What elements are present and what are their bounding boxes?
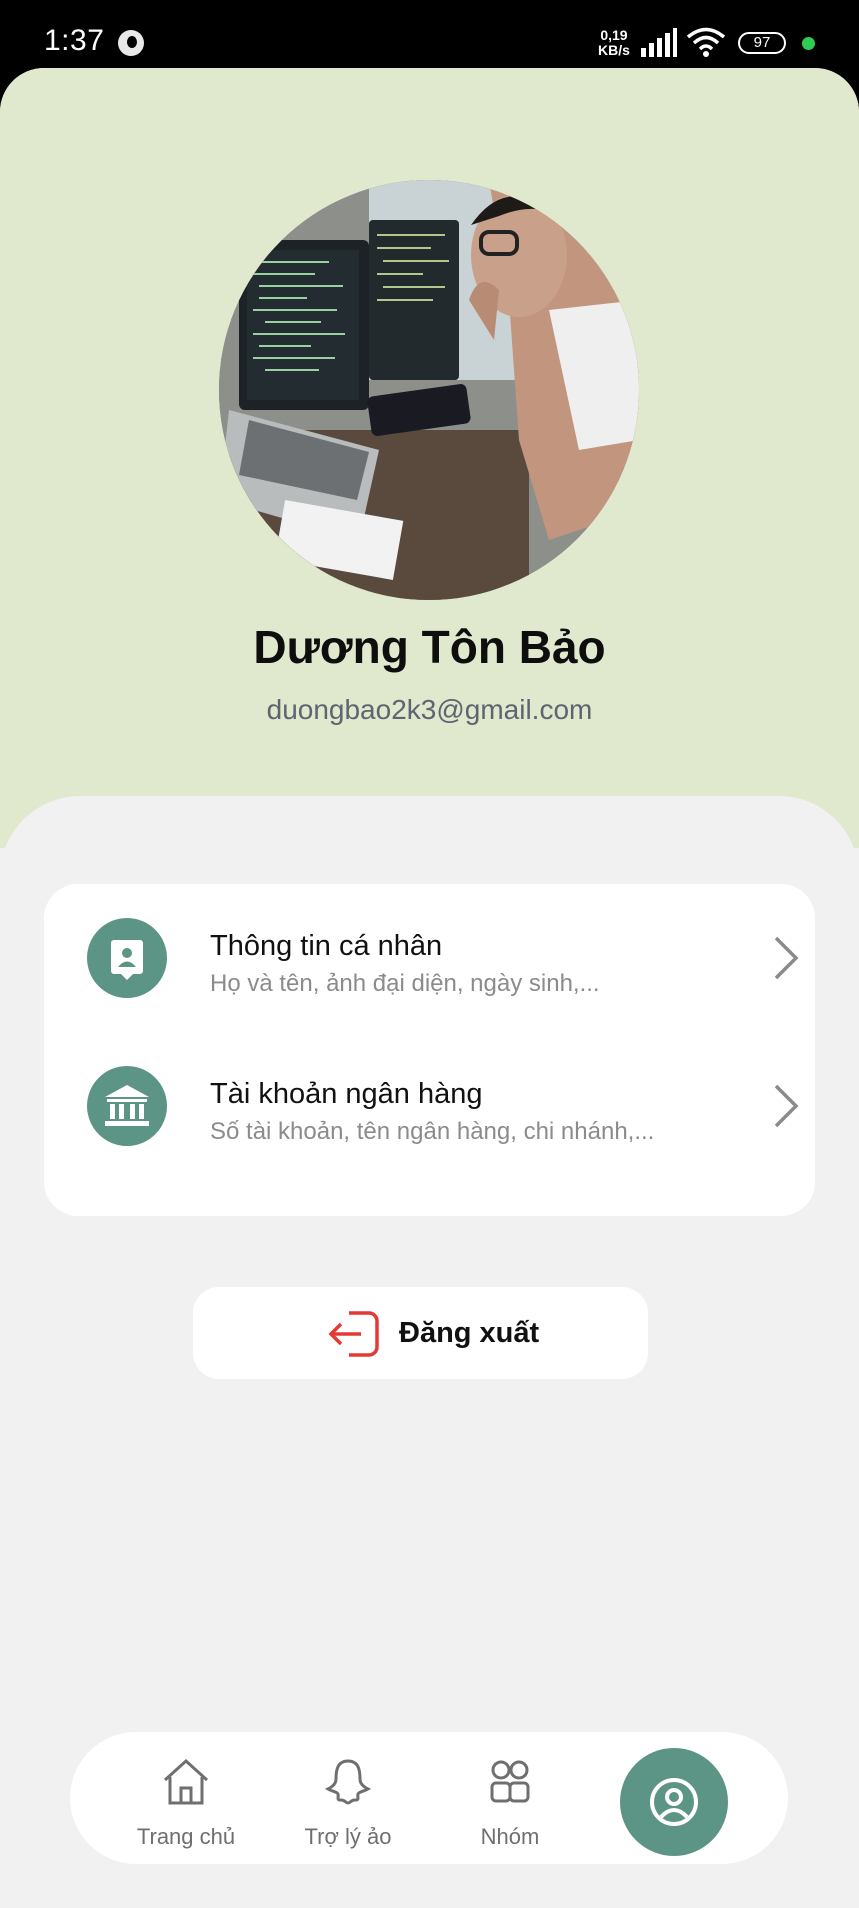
logout-icon [328, 1311, 379, 1357]
account-menu-card: Thông tin cá nhân Họ và tên, ảnh đại diệ… [44, 884, 815, 1216]
chevron-right-icon [774, 936, 799, 980]
network-speed-value: 0,19 [600, 27, 628, 43]
nav-item-group[interactable]: Nhóm [440, 1732, 580, 1864]
menu-item-bank-account[interactable]: Tài khoản ngân hàng Số tài khoản, tên ng… [44, 1040, 815, 1170]
network-speed-unit: KB/s [598, 42, 630, 58]
network-speed: 0,19 KB/s [598, 28, 630, 58]
wifi-icon [686, 27, 726, 57]
profile-email: duongbao2k3@gmail.com [266, 694, 593, 725]
logout-button[interactable]: Đăng xuất [193, 1287, 648, 1379]
status-bar: 1:37 0,19 KB/s 97 [0, 0, 859, 78]
id-badge-icon [87, 918, 167, 998]
menu-item-subtitle: Họ và tên, ảnh đại diện, ngày sinh,... [210, 970, 600, 997]
profile-name: Dương Tôn Bảo [253, 621, 606, 673]
signal-icon [641, 28, 677, 57]
nav-label: Trợ lý ảo [304, 1824, 392, 1849]
profile-photo [219, 180, 639, 600]
app-notification-icon [118, 30, 144, 56]
group-icon [490, 1760, 530, 1803]
chevron-right-icon [774, 1084, 799, 1128]
bottom-navigation: Trang chủ Trợ lý ảo Nhóm [70, 1732, 788, 1864]
ghost-assistant-icon [324, 1759, 372, 1805]
user-profile-icon [650, 1778, 698, 1826]
nav-label: Nhóm [480, 1824, 540, 1849]
nav-item-profile[interactable] [620, 1748, 728, 1856]
nav-label: Trang chủ [136, 1824, 236, 1849]
menu-item-title: Thông tin cá nhân [210, 930, 443, 962]
menu-item-title: Tài khoản ngân hàng [210, 1078, 483, 1110]
bank-icon [87, 1066, 167, 1146]
nav-item-home[interactable]: Trang chủ [116, 1732, 256, 1864]
nav-item-assistant[interactable]: Trợ lý ảo [278, 1732, 418, 1864]
logout-label: Đăng xuất [399, 1317, 540, 1349]
profile-avatar[interactable] [219, 180, 639, 600]
privacy-dot [802, 37, 815, 50]
profile-screen: Dương Tôn Bảo duongbao2k3@gmail.com Thôn… [0, 68, 859, 1908]
status-time: 1:37 [44, 24, 105, 57]
menu-item-personal-info[interactable]: Thông tin cá nhân Họ và tên, ảnh đại diệ… [44, 892, 815, 1022]
menu-item-subtitle: Số tài khoản, tên ngân hàng, chi nhánh,.… [210, 1118, 655, 1145]
battery-indicator: 97 [738, 32, 786, 54]
home-icon [163, 1758, 209, 1805]
